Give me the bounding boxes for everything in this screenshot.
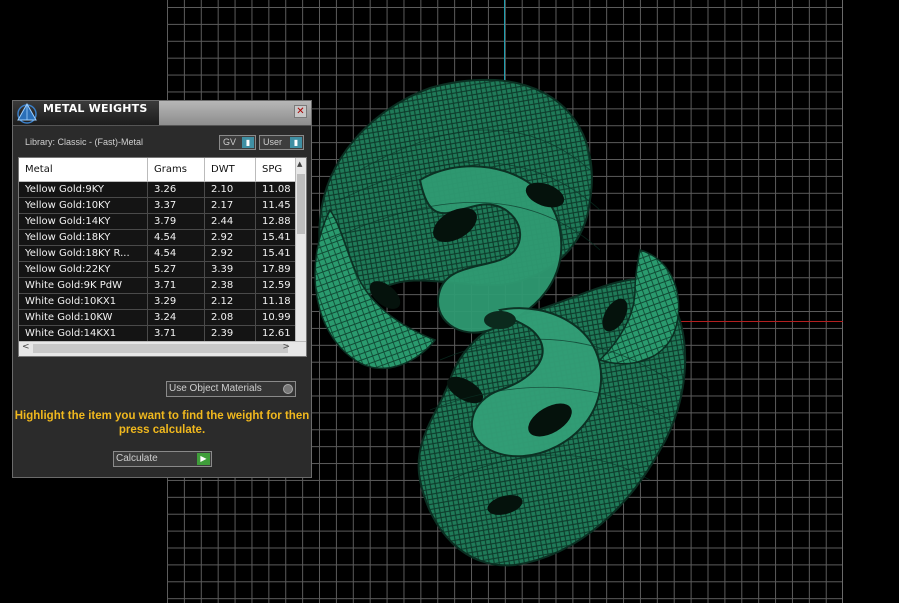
- scroll-up-icon[interactable]: ▲: [297, 160, 302, 168]
- table-row[interactable]: Yellow Gold:22KY 5.27 3.39 17.89: [19, 261, 303, 278]
- table-cell: 3.71: [147, 325, 205, 342]
- table-cell: White Gold:10KX1: [19, 293, 148, 310]
- table-cell: 2.10: [204, 181, 256, 198]
- column-header-grams[interactable]: Grams: [147, 158, 205, 182]
- table-cell: 5.27: [147, 261, 205, 278]
- table-cell: 2.08: [204, 309, 256, 326]
- gv-dropdown[interactable]: GV ▮: [219, 135, 256, 150]
- table-row[interactable]: White Gold:10KW 3.24 2.08 10.99: [19, 309, 303, 326]
- play-arrow-icon[interactable]: ▶: [197, 453, 210, 465]
- table-row[interactable]: Yellow Gold:14KY 3.79 2.44 12.88: [19, 213, 303, 230]
- table-cell: 2.39: [204, 325, 256, 342]
- column-header-metal[interactable]: Metal: [19, 158, 148, 182]
- table-row[interactable]: White Gold:9K PdW 3.71 2.38 12.59: [19, 277, 303, 294]
- table-cell: 2.38: [204, 277, 256, 294]
- dropdown-arrow-icon: ▮: [290, 137, 302, 148]
- metal-weights-panel: METAL WEIGHTS ✕ Library: Classic - (Fast…: [12, 100, 312, 478]
- radio-icon[interactable]: [283, 384, 293, 394]
- table-row[interactable]: Yellow Gold:18KY R... 4.54 2.92 15.41: [19, 245, 303, 262]
- close-button[interactable]: ✕: [294, 105, 307, 118]
- calculate-dropdown[interactable]: Calculate ▶: [113, 451, 212, 467]
- table-cell: 2.17: [204, 197, 256, 214]
- table-cell: 2.12: [204, 293, 256, 310]
- scroll-thumb[interactable]: [297, 174, 305, 234]
- table-cell: 2.92: [204, 245, 256, 262]
- table-row[interactable]: White Gold:10KX1 3.29 2.12 11.18: [19, 293, 303, 310]
- dropdown-arrow-icon: ▮: [242, 137, 254, 148]
- wireframe-model[interactable]: [300, 60, 700, 570]
- close-icon: ✕: [296, 106, 305, 117]
- table-row[interactable]: White Gold:14KX1 3.71 2.39 12.61: [19, 325, 303, 342]
- calculate-label: Calculate: [116, 453, 158, 464]
- table-cell: 3.24: [147, 309, 205, 326]
- use-object-materials-toggle[interactable]: Use Object Materials: [166, 381, 296, 397]
- table-cell: 4.54: [147, 229, 205, 246]
- scroll-thumb[interactable]: [33, 344, 288, 353]
- instruction-text: Highlight the item you want to find the …: [14, 410, 310, 436]
- column-header-dwt[interactable]: DWT: [204, 158, 256, 182]
- table-cell: Yellow Gold:18KY R...: [19, 245, 148, 262]
- user-dropdown[interactable]: User ▮: [259, 135, 304, 150]
- table-row[interactable]: Yellow Gold:18KY 4.54 2.92 15.41: [19, 229, 303, 246]
- table-cell: 3.79: [147, 213, 205, 230]
- vertical-scrollbar[interactable]: ▲: [295, 158, 306, 344]
- metal-table[interactable]: Metal Grams DWT SPG Yellow Gold:9KY 3.26 2…: [18, 157, 307, 357]
- table-cell: Yellow Gold:10KY: [19, 197, 148, 214]
- library-label: Library: Classic - (Fast)-Metal: [25, 137, 144, 147]
- panel-title: METAL WEIGHTS: [43, 102, 148, 115]
- table-cell: White Gold:10KW: [19, 309, 148, 326]
- panel-titlebar[interactable]: METAL WEIGHTS ✕: [13, 101, 311, 126]
- table-row[interactable]: Yellow Gold:9KY 3.26 2.10 11.08: [19, 181, 303, 198]
- table-cell: 2.92: [204, 229, 256, 246]
- horizontal-scrollbar[interactable]: < >: [19, 341, 306, 356]
- pyramid-logo-icon: [17, 102, 37, 124]
- table-cell: 3.26: [147, 181, 205, 198]
- scroll-left-icon[interactable]: <: [22, 342, 30, 352]
- table-cell: 3.29: [147, 293, 205, 310]
- table-cell: 2.44: [204, 213, 256, 230]
- table-row[interactable]: Yellow Gold:10KY 3.37 2.17 11.45: [19, 197, 303, 214]
- table-cell: Yellow Gold:9KY: [19, 181, 148, 198]
- use-object-materials-label: Use Object Materials: [169, 383, 262, 394]
- table-header-row: Metal Grams DWT SPG: [19, 158, 303, 182]
- table-cell: Yellow Gold:14KY: [19, 213, 148, 230]
- table-cell: 3.37: [147, 197, 205, 214]
- gv-dropdown-value: GV: [223, 137, 237, 147]
- table-cell: White Gold:14KX1: [19, 325, 148, 342]
- table-cell: Yellow Gold:18KY: [19, 229, 148, 246]
- table-cell: 4.54: [147, 245, 205, 262]
- table-cell: 3.71: [147, 277, 205, 294]
- scroll-right-icon[interactable]: >: [282, 342, 290, 352]
- table-cell: White Gold:9K PdW: [19, 277, 148, 294]
- table-cell: Yellow Gold:22KY: [19, 261, 148, 278]
- user-dropdown-value: User: [263, 137, 283, 147]
- table-cell: 3.39: [204, 261, 256, 278]
- title-tab: METAL WEIGHTS: [13, 101, 159, 125]
